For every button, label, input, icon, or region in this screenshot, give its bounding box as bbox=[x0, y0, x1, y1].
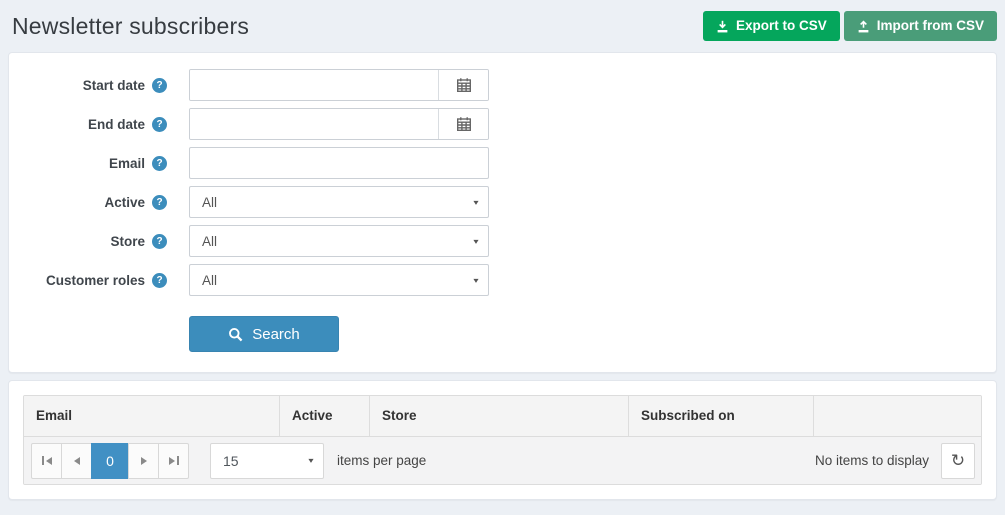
active-row: Active ? All ▾ bbox=[9, 186, 996, 218]
help-icon[interactable]: ? bbox=[152, 77, 167, 93]
column-header-subscribed-on[interactable]: Subscribed on bbox=[628, 396, 813, 436]
start-date-row: Start date ? bbox=[9, 69, 996, 101]
help-icon[interactable]: ? bbox=[152, 233, 167, 249]
import-from-csv-button[interactable]: Import from CSV bbox=[843, 11, 997, 41]
calendar-icon bbox=[456, 116, 472, 132]
upload-icon bbox=[857, 19, 870, 33]
next-page-button[interactable] bbox=[128, 442, 159, 479]
column-header-active[interactable]: Active bbox=[279, 396, 369, 436]
download-icon bbox=[716, 20, 729, 33]
refresh-icon: ↻ bbox=[950, 450, 966, 471]
email-input[interactable] bbox=[189, 147, 489, 179]
arrow-right-icon bbox=[168, 456, 175, 465]
help-icon[interactable]: ? bbox=[152, 194, 167, 210]
customer-roles-select[interactable]: All ▾ bbox=[189, 264, 489, 296]
search-panel: Start date ? End date ? Email ? Active ?… bbox=[8, 52, 997, 373]
end-date-input[interactable] bbox=[190, 109, 438, 139]
export-button-label: Export to CSV bbox=[735, 18, 827, 34]
chevron-down-icon: ▾ bbox=[473, 197, 479, 207]
customer-roles-row: Customer roles ? All ▾ bbox=[9, 264, 996, 296]
end-date-row: End date ? bbox=[9, 108, 996, 140]
first-page-button[interactable] bbox=[31, 442, 62, 479]
refresh-button[interactable]: ↻ bbox=[941, 442, 975, 479]
page-size-select[interactable]: 15 ▾ bbox=[210, 442, 324, 479]
pager-status-text: No items to display bbox=[814, 453, 929, 468]
arrow-left-icon bbox=[45, 456, 52, 465]
column-header-email[interactable]: Email bbox=[24, 396, 279, 436]
content-header: Newsletter subscribers Export to CSV Imp… bbox=[0, 0, 1005, 52]
help-icon[interactable]: ? bbox=[152, 272, 167, 288]
seek-end-icon bbox=[176, 456, 179, 465]
calendar-icon bbox=[456, 77, 472, 93]
active-label: Active bbox=[104, 194, 145, 210]
store-row: Store ? All ▾ bbox=[9, 225, 996, 257]
search-button[interactable]: Search bbox=[189, 316, 339, 352]
header-buttons: Export to CSV Import from CSV bbox=[702, 11, 997, 41]
active-select[interactable]: All ▾ bbox=[189, 186, 489, 218]
store-label: Store bbox=[110, 233, 145, 249]
export-to-csv-button[interactable]: Export to CSV bbox=[702, 11, 840, 41]
help-icon[interactable]: ? bbox=[152, 116, 167, 132]
customer-roles-select-value: All bbox=[202, 272, 218, 288]
store-select[interactable]: All ▾ bbox=[189, 225, 489, 257]
grid-pager: 0 15 ▾ items per page No items to displa… bbox=[24, 437, 981, 484]
start-date-label: Start date bbox=[82, 77, 145, 93]
end-date-label: End date bbox=[87, 116, 145, 132]
import-button-label: Import from CSV bbox=[876, 18, 984, 34]
page-title: Newsletter subscribers bbox=[12, 12, 250, 39]
column-header-store[interactable]: Store bbox=[369, 396, 628, 436]
page-size-value: 15 bbox=[223, 452, 239, 469]
current-page-button[interactable]: 0 bbox=[91, 442, 129, 479]
arrow-left-icon bbox=[73, 456, 80, 465]
store-select-value: All bbox=[202, 233, 218, 249]
search-icon bbox=[228, 327, 243, 342]
previous-page-button[interactable] bbox=[61, 442, 92, 479]
items-per-page-label: items per page bbox=[337, 453, 427, 468]
seek-start-icon bbox=[41, 456, 44, 465]
end-date-calendar-button[interactable] bbox=[438, 109, 488, 139]
arrow-right-icon bbox=[140, 456, 147, 465]
chevron-down-icon: ▾ bbox=[473, 236, 479, 246]
subscribers-grid: Email Active Store Subscribed on 0 15 ▾ … bbox=[23, 395, 982, 485]
chevron-down-icon: ▾ bbox=[308, 456, 314, 465]
last-page-button[interactable] bbox=[158, 442, 189, 479]
customer-roles-label: Customer roles bbox=[45, 272, 145, 288]
help-icon[interactable]: ? bbox=[152, 155, 167, 171]
grid-header-row: Email Active Store Subscribed on bbox=[24, 396, 981, 437]
email-row: Email ? bbox=[9, 147, 996, 179]
email-label: Email bbox=[108, 155, 145, 171]
pager-buttons: 0 bbox=[31, 442, 189, 479]
subscribers-grid-panel: Email Active Store Subscribed on 0 15 ▾ … bbox=[8, 380, 997, 500]
start-date-calendar-button[interactable] bbox=[438, 70, 488, 100]
active-select-value: All bbox=[202, 194, 218, 210]
start-date-input[interactable] bbox=[190, 70, 438, 100]
column-header-actions bbox=[813, 396, 981, 436]
search-button-label: Search bbox=[252, 325, 300, 343]
chevron-down-icon: ▾ bbox=[473, 275, 479, 285]
